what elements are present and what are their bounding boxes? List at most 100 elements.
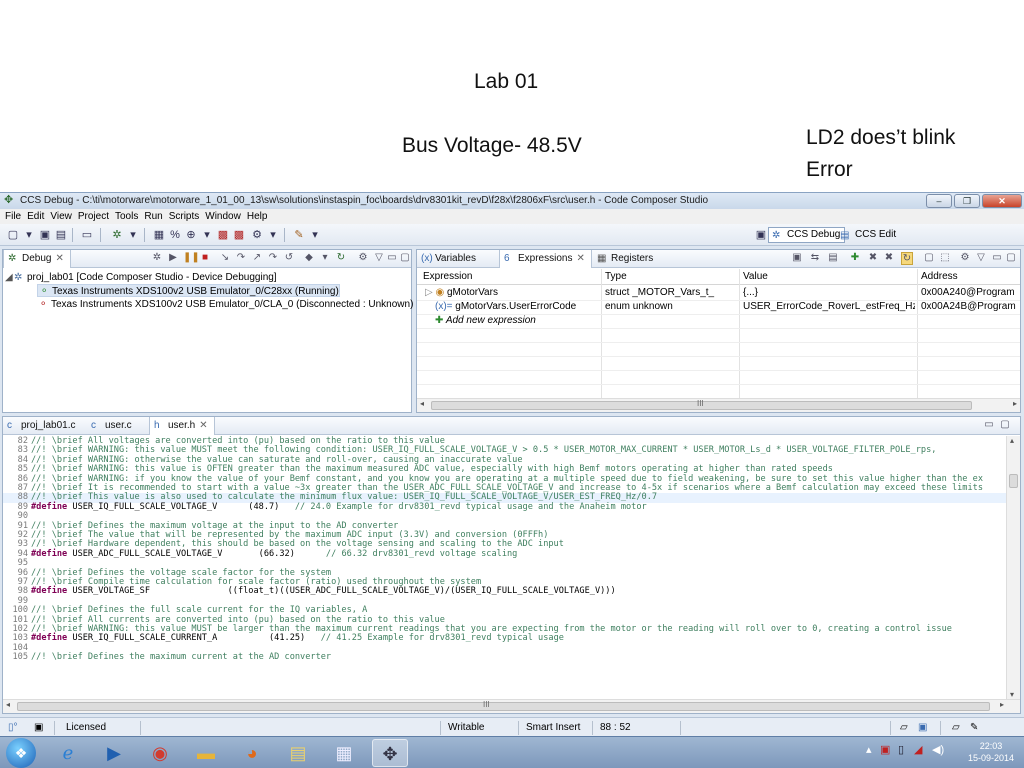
settings-icon[interactable]: ⚙ <box>250 228 264 242</box>
minimize-view-icon[interactable]: ▭ <box>983 419 995 430</box>
remove-all-icon[interactable]: ✖ <box>883 252 895 263</box>
continuous-refresh-icon[interactable]: ↻ <box>901 252 913 265</box>
maximize-view-icon[interactable]: ▢ <box>999 419 1011 430</box>
dropdown-arrow-icon[interactable]: ▾ <box>126 228 140 242</box>
menu-view[interactable]: View <box>49 209 77 224</box>
run-to-icon[interactable]: ◆ <box>303 252 315 263</box>
build-icon[interactable]: ▣ <box>918 722 927 733</box>
tree-item-project[interactable]: ◢ ✲ proj_lab01 [Code Composer Studio - D… <box>5 271 277 284</box>
terminate-icon[interactable]: ■ <box>199 252 211 263</box>
suspend-icon[interactable]: ❚❚ <box>183 252 200 263</box>
menu-help[interactable]: Help <box>246 209 273 224</box>
media-player-icon[interactable]: ▶ <box>96 739 132 767</box>
column-header-type[interactable]: Type <box>605 270 627 284</box>
code-line[interactable]: 94 #define USER_ADC_FULL_SCALE_VOLTAGE_V … <box>3 549 1006 559</box>
table-row[interactable]: ▷ ◉ gMotorVars <box>425 286 601 300</box>
expand-arrow-icon[interactable]: ▷ <box>425 287 433 298</box>
ie-icon[interactable]: ℯ <box>50 739 86 767</box>
collapse-all-icon[interactable]: ▣ <box>791 252 803 263</box>
target-icon[interactable]: ▦ <box>152 228 166 242</box>
save-icon[interactable]: ▣ <box>38 228 52 242</box>
close-button[interactable]: ✕ <box>982 194 1022 208</box>
add-new-expression[interactable]: ✚ Add new expression <box>435 314 601 328</box>
layout-icon[interactable]: ▤ <box>827 252 839 263</box>
menu-scripts[interactable]: Scripts <box>168 209 205 224</box>
chrome-icon[interactable]: ◉ <box>142 739 178 767</box>
scroll-down-icon[interactable]: ▾ <box>1010 690 1014 699</box>
close-tab-icon[interactable]: ✕ <box>199 420 207 431</box>
table-row[interactable]: (x)= gMotorVars.UserErrorCode <box>435 300 601 314</box>
code-editor[interactable]: 82//! \brief All voltages are converted … <box>3 436 1006 699</box>
menu-file[interactable]: File <box>4 209 26 224</box>
step-return-icon[interactable]: ↗ <box>251 252 263 263</box>
pin-view-icon[interactable]: ⬚ <box>939 252 951 263</box>
menu-run[interactable]: Run <box>143 209 167 224</box>
tab-user-c[interactable]: c user.c <box>87 417 138 435</box>
dropdown-arrow-icon[interactable]: ▾ <box>200 228 214 242</box>
refresh-icon[interactable]: ↻ <box>335 252 347 263</box>
code-line[interactable]: 89 #define USER_IQ_FULL_SCALE_VOLTAGE_V (… <box>3 502 1006 512</box>
step-over-icon[interactable]: ↷ <box>235 252 247 263</box>
remove-expression-icon[interactable]: ✖ <box>867 252 879 263</box>
volume-icon[interactable]: ◀) <box>932 743 944 756</box>
tree-item-c28xx[interactable]: ⚬ Texas Instruments XDS100v2 USB Emulato… <box>37 284 340 297</box>
scroll-up-icon[interactable]: ▴ <box>1010 436 1014 445</box>
column-header-value[interactable]: Value <box>743 270 768 284</box>
folder-icon[interactable]: ▬ <box>188 739 224 767</box>
tree-item-cla[interactable]: ⚬ Texas Instruments XDS100v2 USB Emulato… <box>37 298 413 311</box>
tab-debug[interactable]: ✲ Debug ✕ <box>3 250 71 268</box>
vertical-scrollbar[interactable]: ▴ ▾ <box>1006 436 1020 699</box>
tab-user-h[interactable]: h user.h ✕ <box>149 417 215 435</box>
signal-icon[interactable]: ◢ <box>914 743 922 756</box>
view-menu-icon[interactable]: ⚙ <box>357 252 369 263</box>
console-icon[interactable]: ▭ <box>80 228 94 242</box>
start-button[interactable]: ❖ <box>6 738 36 768</box>
ccs-taskbar-icon[interactable]: ✥ <box>372 739 408 767</box>
view-menu-dropdown-icon[interactable]: ▽ <box>373 252 385 263</box>
expression-value[interactable]: {...} <box>743 286 915 300</box>
reset-icon[interactable]: ↺ <box>283 252 295 263</box>
horizontal-scrollbar[interactable]: ◂ III ▸ <box>3 699 1020 713</box>
perspective-ccs-edit[interactable]: ▤ CCS Edit <box>836 227 901 243</box>
load-program-icon[interactable]: ⊕ <box>184 228 198 242</box>
menu-tools[interactable]: Tools <box>114 209 143 224</box>
save-all-icon[interactable]: ▤ <box>54 228 68 242</box>
dropdown-arrow-icon[interactable]: ▾ <box>319 252 331 263</box>
tray-expand-icon[interactable]: ▴ <box>866 743 872 756</box>
new-icon[interactable]: ▢ <box>6 228 20 242</box>
scroll-thumb[interactable] <box>1009 474 1018 488</box>
scroll-right-icon[interactable]: ▸ <box>1000 700 1004 709</box>
asm-step-icon[interactable]: ↷ <box>267 252 279 263</box>
dropdown-arrow-icon[interactable]: ▾ <box>266 228 280 242</box>
dropdown-arrow-icon[interactable]: ▾ <box>308 228 322 242</box>
title-bar[interactable]: ✥ CCS Debug - C:\ti\motorware\motorware_… <box>0 193 1024 209</box>
step-into-icon[interactable]: ↘ <box>219 252 231 263</box>
debug-icon[interactable]: ✲ <box>110 228 124 242</box>
tab-expressions[interactable]: 6 Expressions ✕ <box>499 250 592 268</box>
dropdown-arrow-icon[interactable]: ▾ <box>22 228 36 242</box>
maximize-view-icon[interactable]: ▢ <box>1005 252 1017 263</box>
new-view-icon[interactable]: ▢ <box>923 252 935 263</box>
status-icon[interactable]: ▯° <box>8 722 18 733</box>
menu-project[interactable]: Project <box>77 209 114 224</box>
close-tab-icon[interactable]: ✕ <box>55 253 63 264</box>
open-perspective-icon[interactable]: ▣ <box>754 228 768 242</box>
code-line[interactable]: 98 #define USER_VOLTAGE_SF ((float_t)((US… <box>3 586 1006 596</box>
view-menu-dropdown-icon[interactable]: ▽ <box>975 252 987 263</box>
minimize-view-icon[interactable]: ▭ <box>991 252 1003 263</box>
scroll-left-icon[interactable]: ◂ <box>420 399 424 408</box>
tab-registers[interactable]: ▦ Registers <box>593 250 659 268</box>
memory-icon[interactable]: % <box>168 228 182 242</box>
terminate-icon[interactable]: ▩ <box>232 228 246 242</box>
column-header-expression[interactable]: Expression <box>423 270 472 284</box>
scroll-thumb[interactable] <box>17 702 990 711</box>
add-expression-icon[interactable]: ✚ <box>849 252 861 263</box>
clock[interactable]: 22:03 15-09-2014 <box>968 740 1014 764</box>
resume-icon[interactable]: ✲ <box>151 252 163 263</box>
tab-proj-lab01-c[interactable]: c proj_lab01.c <box>3 417 81 435</box>
progress-icon[interactable]: ▱ <box>900 722 908 733</box>
code-line[interactable]: 105//! \brief Defines the maximum curren… <box>3 652 1006 662</box>
progress-icon[interactable]: ▱ <box>952 722 960 733</box>
expression-value[interactable]: USER_ErrorCode_RoverL_estFreq_Hz_High <box>743 300 915 314</box>
horizontal-scrollbar[interactable]: ◂ III ▸ <box>417 398 1020 412</box>
